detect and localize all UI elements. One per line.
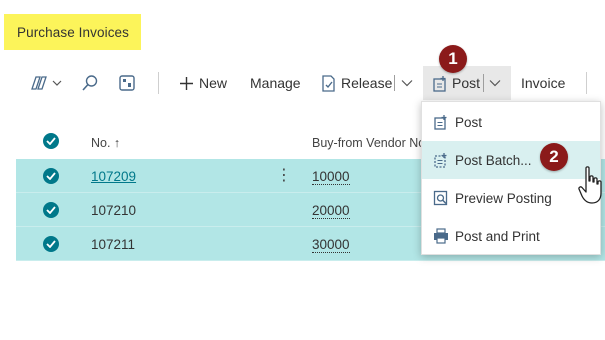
manage-button[interactable]: Manage bbox=[250, 66, 301, 100]
new-button[interactable]: New bbox=[179, 66, 227, 100]
select-all-checkbox[interactable] bbox=[43, 133, 59, 149]
vendor-no-link[interactable]: 30000 bbox=[312, 237, 350, 253]
release-button-label: Release bbox=[341, 75, 393, 91]
hand-cursor-icon bbox=[578, 165, 605, 214]
post-icon bbox=[433, 114, 449, 130]
row-actions-icon[interactable]: ⋮ bbox=[276, 165, 292, 185]
preview-icon bbox=[433, 190, 449, 206]
page-title: Purchase Invoices bbox=[17, 24, 130, 40]
search-icon bbox=[81, 74, 99, 92]
filter-pane-button[interactable] bbox=[30, 66, 62, 100]
invoice-no-link[interactable]: 107209 bbox=[91, 169, 136, 184]
check-icon bbox=[46, 206, 56, 214]
invoice-button-label: Invoice bbox=[521, 75, 566, 91]
menu-item-post[interactable]: Post bbox=[422, 103, 600, 141]
new-button-label: New bbox=[199, 75, 228, 91]
vendor-no-link[interactable]: 10000 bbox=[312, 169, 350, 185]
invoice-button[interactable]: Invoice bbox=[521, 66, 565, 100]
menu-item-post-and-print[interactable]: Post and Print bbox=[422, 217, 600, 255]
analysis-icon bbox=[118, 74, 136, 92]
column-header-vendor[interactable]: Buy-from Vendor No bbox=[312, 136, 425, 150]
invoice-no-link[interactable]: 107210 bbox=[91, 203, 136, 218]
page-title-highlight: Purchase Invoices bbox=[4, 14, 141, 50]
chevron-down-icon bbox=[489, 79, 501, 87]
print-icon bbox=[433, 228, 449, 244]
post-dropdown-button[interactable] bbox=[489, 66, 501, 100]
check-icon bbox=[46, 172, 56, 180]
menu-item-preview-posting[interactable]: Preview Posting bbox=[422, 179, 600, 217]
release-icon bbox=[321, 74, 336, 92]
release-dropdown-button[interactable] bbox=[401, 66, 413, 100]
column-header-no[interactable]: No. ↑ bbox=[91, 136, 120, 150]
release-split-divider bbox=[394, 75, 395, 91]
invoice-no-link[interactable]: 107211 bbox=[91, 237, 135, 252]
row-checkbox[interactable] bbox=[43, 236, 59, 252]
menu-item-post-batch[interactable]: Post Batch... bbox=[422, 141, 600, 179]
filter-pane-icon bbox=[30, 75, 48, 91]
menu-item-label: Post and Print bbox=[455, 228, 540, 244]
post-icon bbox=[432, 75, 448, 92]
menu-item-label: Preview Posting bbox=[455, 190, 552, 206]
vendor-no-link[interactable]: 20000 bbox=[312, 203, 350, 219]
step-badge-2: 2 bbox=[540, 143, 568, 171]
check-icon bbox=[46, 240, 56, 248]
manage-button-label: Manage bbox=[250, 75, 301, 91]
analysis-button[interactable] bbox=[118, 66, 136, 100]
action-bar: New Manage Release Post Invoice bbox=[0, 66, 605, 100]
release-button[interactable]: Release bbox=[321, 66, 392, 100]
post-button-label: Post bbox=[452, 75, 481, 91]
plus-icon bbox=[179, 76, 194, 91]
row-checkbox[interactable] bbox=[43, 202, 59, 218]
check-icon bbox=[46, 137, 56, 145]
post-split-divider bbox=[483, 74, 484, 92]
search-button[interactable] bbox=[81, 66, 99, 100]
post-dropdown-menu: Post Post Batch... Preview Posting Post … bbox=[421, 101, 601, 255]
menu-item-label: Post Batch... bbox=[455, 152, 532, 168]
toolbar-divider bbox=[158, 72, 159, 94]
row-checkbox[interactable] bbox=[43, 168, 59, 184]
toolbar-divider bbox=[586, 72, 587, 94]
menu-item-label: Post bbox=[455, 114, 483, 130]
step-badge-1: 1 bbox=[439, 45, 467, 73]
chevron-down-icon bbox=[401, 79, 413, 87]
chevron-down-icon bbox=[52, 79, 62, 87]
post-batch-icon bbox=[433, 152, 449, 168]
